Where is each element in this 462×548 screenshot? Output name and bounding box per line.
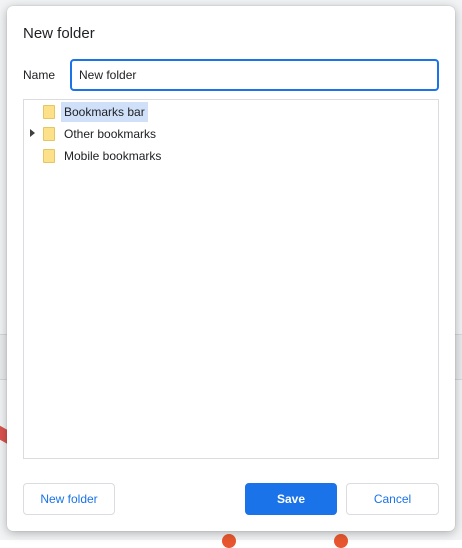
tree-item-label: Other bookmarks (64, 127, 157, 141)
tree-item-label: Mobile bookmarks (64, 149, 162, 163)
folder-icon (43, 127, 55, 141)
new-folder-dialog: New folder Name Bookmarks bar Other book… (7, 6, 455, 531)
background-divider (454, 334, 462, 380)
name-label: Name (23, 68, 56, 82)
save-button[interactable]: Save (245, 483, 337, 515)
name-input[interactable] (70, 59, 439, 91)
dialog-title: New folder (23, 25, 95, 42)
folder-tree[interactable]: Bookmarks bar Other bookmarks Mobile boo… (23, 99, 439, 459)
cancel-button[interactable]: Cancel (346, 483, 439, 515)
tree-item-mobile-bookmarks[interactable]: Mobile bookmarks (24, 146, 324, 166)
new-folder-button[interactable]: New folder (23, 483, 115, 515)
tree-item-bookmarks-bar[interactable]: Bookmarks bar (24, 102, 324, 122)
folder-icon (43, 105, 55, 119)
tree-item-other-bookmarks[interactable]: Other bookmarks (24, 124, 324, 144)
folder-icon (43, 149, 55, 163)
background-icon (334, 534, 348, 548)
background-icon (222, 534, 236, 548)
expand-arrow-icon[interactable] (30, 129, 35, 137)
tree-item-label: Bookmarks bar (61, 102, 148, 122)
